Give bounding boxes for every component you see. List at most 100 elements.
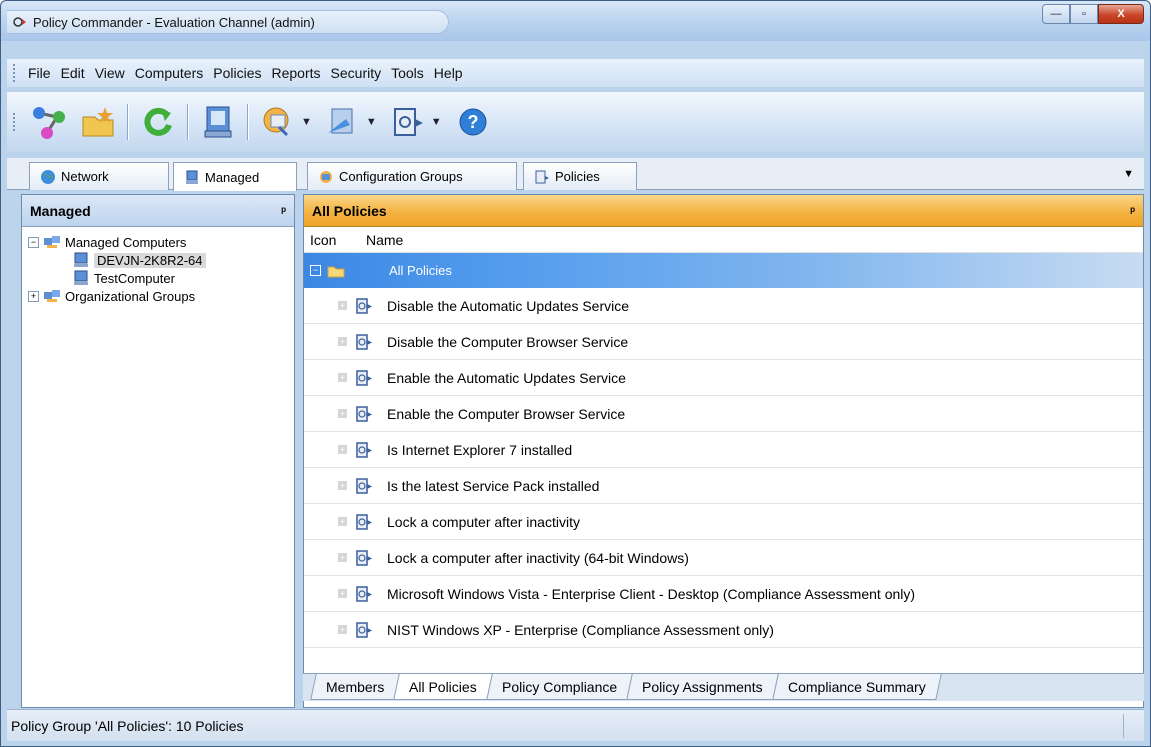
menu-grip[interactable] (13, 64, 17, 82)
expand-icon[interactable]: + (338, 445, 347, 454)
config-group-button[interactable] (257, 101, 299, 143)
deploy-icon (327, 108, 353, 134)
policy-icon (535, 170, 549, 183)
managed-panel-header: Managed ᵖ (22, 195, 294, 227)
expand-icon[interactable]: + (338, 409, 347, 418)
expand-icon[interactable]: + (338, 481, 347, 490)
refresh-button[interactable] (137, 101, 179, 143)
tab-managed[interactable]: Managed (173, 162, 297, 191)
policy-row[interactable]: + Enable the Computer Browser Service (304, 396, 1143, 432)
policy-name: Lock a computer after inactivity (64-bit… (387, 549, 689, 566)
expand-icon[interactable]: + (338, 373, 347, 382)
tab-compliance-summary[interactable]: Compliance Summary (772, 674, 942, 700)
tab-label: Policy Compliance (502, 678, 618, 695)
pin-icon[interactable]: ᵖ (281, 204, 286, 218)
tree-node-managed-computers[interactable]: − Managed Computers (28, 233, 294, 251)
menu-view[interactable]: View (90, 65, 130, 81)
policy-name: Enable the Automatic Updates Service (387, 369, 626, 386)
toolbar-separator (127, 104, 129, 140)
minimize-button[interactable]: — (1042, 4, 1070, 24)
computer-button[interactable] (197, 101, 239, 143)
policy-icon (356, 333, 372, 350)
policy-row[interactable]: + Is the latest Service Pack installed (304, 468, 1143, 504)
panel-title: Managed (30, 202, 91, 219)
chevron-down-icon[interactable]: ▼ (431, 116, 442, 128)
policy-row[interactable]: + Disable the Computer Browser Service (304, 324, 1143, 360)
all-policies-header: All Policies ᵖ (304, 195, 1143, 227)
expand-icon[interactable]: + (338, 301, 347, 310)
tab-policies[interactable]: Policies (523, 162, 637, 190)
menu-edit[interactable]: Edit (56, 65, 90, 81)
toolbar: ▼ ▼ ▼ ? (7, 92, 1144, 152)
expand-icon[interactable]: + (28, 290, 39, 302)
tree-node-computer[interactable]: DEVJN-2K8R2-64 (28, 251, 294, 269)
toolbar-grip[interactable] (13, 113, 17, 131)
expand-icon[interactable]: + (338, 589, 347, 598)
collapse-icon[interactable]: − (310, 265, 321, 276)
expand-icon[interactable]: + (338, 517, 347, 526)
menu-security[interactable]: Security (326, 65, 387, 81)
globe-icon (41, 169, 55, 184)
deploy-button[interactable] (322, 101, 364, 143)
policy-list: + Disable the Automatic Updates Service + D… (304, 288, 1143, 648)
computers-group-icon (44, 290, 60, 302)
tab-label: All Policies (409, 678, 478, 695)
tab-policy-assignments[interactable]: Policy Assignments (626, 674, 779, 700)
menu-computers[interactable]: Computers (130, 65, 208, 81)
tab-policy-compliance[interactable]: Policy Compliance (486, 674, 633, 700)
svg-text:?: ? (467, 112, 478, 132)
expand-icon[interactable]: + (338, 337, 347, 346)
computer-icon (186, 170, 198, 184)
chevron-down-icon[interactable]: ▼ (366, 116, 377, 128)
policy-row[interactable]: + Lock a computer after inactivity (304, 504, 1143, 540)
collapse-icon[interactable]: − (28, 236, 39, 248)
pin-icon[interactable]: ᵖ (1130, 204, 1135, 218)
policy-button[interactable] (387, 101, 429, 143)
status-divider (1123, 714, 1124, 738)
window-title: Policy Commander - Evaluation Channel (a… (33, 14, 315, 30)
policy-name: Is the latest Service Pack installed (387, 477, 600, 494)
tree-node-organizational-groups[interactable]: + Organizational Groups (28, 287, 294, 305)
chevron-down-icon[interactable]: ▼ (301, 116, 312, 128)
policy-row[interactable]: + Enable the Automatic Updates Service (304, 360, 1143, 396)
menu-reports[interactable]: Reports (267, 65, 326, 81)
network-connect-button[interactable] (29, 101, 71, 143)
policy-icon (356, 441, 372, 458)
tab-network[interactable]: Network (29, 162, 169, 190)
tab-configuration-groups[interactable]: Configuration Groups (307, 162, 517, 190)
main-tab-strip: Network Managed Configuration Groups Pol… (7, 158, 1144, 191)
policy-row[interactable]: + Lock a computer after inactivity (64-bi… (304, 540, 1143, 576)
menu-help[interactable]: Help (429, 65, 468, 81)
tree-node-computer[interactable]: TestComputer (28, 269, 294, 287)
help-button[interactable]: ? (452, 101, 494, 143)
tab-all-policies[interactable]: All Policies (393, 674, 493, 700)
tab-members[interactable]: Members (310, 674, 401, 700)
policy-group-row[interactable]: − All Policies (304, 253, 1143, 288)
policy-name: Disable the Computer Browser Service (387, 333, 629, 350)
expand-icon[interactable]: + (338, 625, 347, 634)
maximize-button[interactable]: ▫ (1070, 4, 1098, 24)
all-policies-panel: All Policies ᵖ Icon Name − All Policies … (303, 194, 1144, 708)
policy-row[interactable]: + Microsoft Windows Vista - Enterprise Cl… (304, 576, 1143, 612)
chevron-down-icon[interactable]: ▼ (1123, 168, 1134, 180)
policy-row[interactable]: + Is Internet Explorer 7 installed (304, 432, 1143, 468)
managed-panel: Managed ᵖ − Managed Computers DEVJN-2K8R… (21, 194, 295, 708)
menu-file[interactable]: File (23, 65, 56, 81)
computer-icon (74, 252, 88, 267)
panel-title: All Policies (312, 202, 387, 219)
menu-tools[interactable]: Tools (386, 65, 429, 81)
open-folder-button[interactable] (77, 101, 119, 143)
menu-policies[interactable]: Policies (208, 65, 266, 81)
close-button[interactable]: X (1098, 4, 1144, 24)
column-header-name[interactable]: Name (366, 232, 403, 248)
tree-label: Organizational Groups (65, 288, 196, 304)
policy-row[interactable]: + Disable the Automatic Updates Service (304, 288, 1143, 324)
policy-row[interactable]: + NIST Windows XP - Enterprise (Complianc… (304, 612, 1143, 648)
policy-icon (356, 585, 372, 602)
column-header-icon[interactable]: Icon (304, 232, 366, 248)
title-bar[interactable]: Policy Commander - Evaluation Channel (a… (1, 1, 1150, 41)
policy-name: Disable the Automatic Updates Service (387, 297, 630, 314)
menu-bar: File Edit View Computers Policies Report… (7, 59, 1144, 87)
expand-icon[interactable]: + (338, 553, 347, 562)
network-connect-icon (33, 107, 65, 139)
